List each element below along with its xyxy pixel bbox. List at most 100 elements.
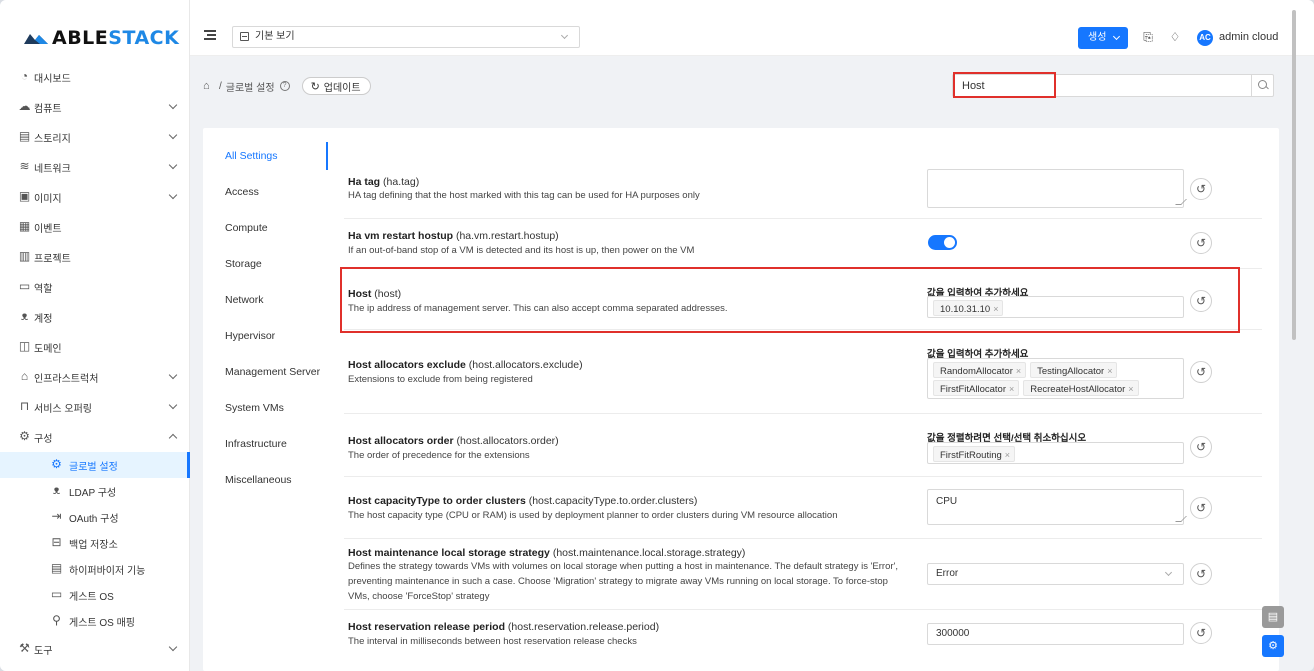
settings-icon: ⚙ [19, 429, 30, 443]
category-hypervisor[interactable]: Hypervisor [203, 322, 328, 358]
chevron-down-icon [168, 370, 178, 380]
cloud-icon: ☁ [18, 99, 31, 113]
host-capacitytype-textarea[interactable]: CPU [927, 489, 1184, 525]
sidebar-item-infrastructure[interactable]: ⌂ 인프라스트럭처 [0, 362, 190, 392]
create-button[interactable]: 생성 [1078, 27, 1128, 49]
bank-icon: ⌂ [20, 369, 29, 383]
bell-icon[interactable]: ♢ [1168, 30, 1182, 44]
ablestack-logo[interactable]: ABLESTACK [22, 26, 179, 50]
search-icon[interactable] [1251, 75, 1273, 96]
sidebar-item-label: 도구 [34, 645, 53, 657]
category-all-settings[interactable]: All Settings [203, 142, 328, 178]
sidebar-item-label: 게스트 OS 매핑 [69, 617, 136, 629]
chevron-down-icon [168, 160, 178, 170]
setting-description: If an out-of-band stop of a VM is detect… [348, 245, 695, 256]
setting-description: The host capacity type (CPU or RAM) is u… [348, 510, 838, 521]
logo-text: ABLESTACK [52, 27, 180, 49]
category-infrastructure[interactable]: Infrastructure [203, 430, 328, 466]
sidebar-subitem-guest-os[interactable]: ▭ 게스트 OS [0, 582, 190, 608]
close-icon[interactable]: × [993, 304, 998, 314]
category-network[interactable]: Network [203, 286, 328, 322]
wifi-icon: ≋ [19, 159, 30, 173]
sidebar-item-image[interactable]: ▣ 이미지 [0, 182, 190, 212]
view-select[interactable]: 기본 보기 [232, 26, 580, 48]
close-icon[interactable]: × [1009, 384, 1014, 394]
reset-icon[interactable]: ↺ [1190, 290, 1212, 312]
close-icon[interactable]: × [1128, 384, 1133, 394]
chevron-down-icon [1164, 568, 1173, 577]
sidebar-item-domains[interactable]: ◫ 도메인 [0, 332, 190, 362]
chevron-down-icon [1112, 32, 1121, 41]
sidebar-subitem-ldap[interactable]: ᴥ LDAP 구성 [0, 478, 190, 504]
host-reservation-release-input[interactable]: 300000 [927, 623, 1184, 645]
host-allocators-order-tag-input[interactable]: FirstFitRouting × [927, 442, 1184, 464]
category-system-vms[interactable]: System VMs [203, 394, 328, 430]
sidebar-item-label: 컴퓨트 [34, 103, 62, 115]
sidebar-item-dashboard[interactable]: ◔ 대시보드 [0, 62, 190, 92]
sidebar-item-accounts[interactable]: ᴥ 계정 [0, 302, 190, 332]
tool-icon: ⚒ [19, 641, 30, 655]
sidebar-item-service-offerings[interactable]: ⊓ 서비스 오퍼링 [0, 392, 190, 422]
sidebar-subitem-hypervisor-capabilities[interactable]: ▤ 하이퍼바이저 기능 [0, 556, 190, 582]
breadcrumb-separator: / [219, 80, 222, 92]
home-icon[interactable]: ⌂ [203, 80, 214, 92]
close-icon[interactable]: × [1016, 366, 1021, 376]
chevron-up-icon [168, 433, 178, 443]
sidebar-item-network[interactable]: ≋ 네트워크 [0, 152, 190, 182]
category-management-server[interactable]: Management Server [203, 358, 328, 394]
reset-icon[interactable]: ↺ [1190, 497, 1212, 519]
category-miscellaneous[interactable]: Miscellaneous [203, 466, 328, 502]
reset-icon[interactable]: ↺ [1190, 232, 1212, 254]
search-input[interactable] [953, 75, 1253, 96]
reload-icon: ↻ [310, 80, 320, 93]
sidebar-item-tools[interactable]: ⚒ 도구 [0, 634, 190, 664]
docs-float-icon[interactable]: ▤ [1262, 606, 1284, 628]
sidebar-item-roles[interactable]: ▭ 역할 [0, 272, 190, 302]
sidebar-item-label: 계정 [34, 313, 53, 325]
sidebar-item-label: 인프라스트럭처 [34, 373, 99, 385]
menu-fold-icon[interactable] [204, 30, 216, 40]
sidebar-subitem-backup-repository[interactable]: ⊟ 백업 저장소 [0, 530, 190, 556]
host-allocators-exclude-tag-input[interactable]: RandomAllocator × TestingAllocator × FirstFi… [927, 358, 1184, 399]
host-tag-input[interactable]: 10.10.31.10 × [927, 296, 1184, 318]
sidebar-subitem-guest-os-mapping[interactable]: ⚲ 게스트 OS 매핑 [0, 608, 190, 634]
sidebar-item-compute[interactable]: ☁ 컴퓨트 [0, 92, 190, 122]
sidebar-item-storage[interactable]: ▤ 스토리지 [0, 122, 190, 152]
reset-icon[interactable]: ↺ [1190, 436, 1212, 458]
category-compute[interactable]: Compute [203, 214, 328, 250]
sidebar-subitem-global-settings[interactable]: ⚙ 글로벌 설정 [0, 452, 190, 478]
avatar[interactable]: AC [1197, 30, 1213, 46]
page-scrollbar[interactable] [1292, 10, 1296, 340]
sidebar-item-label: 역할 [34, 283, 53, 295]
ha-tag-textarea[interactable] [927, 169, 1184, 208]
login-icon: ⇥ [51, 509, 62, 523]
settings-float-icon[interactable]: ⚙ [1262, 635, 1284, 657]
create-button-label: 생성 [1088, 32, 1107, 43]
setting-description: The order of precedence for the extensio… [348, 450, 530, 461]
category-access[interactable]: Access [203, 178, 328, 214]
close-icon[interactable]: × [1107, 366, 1112, 376]
translate-icon[interactable]: ⎘ [1141, 30, 1155, 44]
category-storage[interactable]: Storage [203, 250, 328, 286]
tag-chip: FirstFitRouting × [933, 446, 1016, 462]
sidebar-item-label: 도메인 [34, 343, 62, 355]
reset-icon[interactable]: ↺ [1190, 622, 1212, 644]
sidebar-item-events[interactable]: ▦ 이벤트 [0, 212, 190, 242]
sidebar-nav: ◔ 대시보드 ☁ 컴퓨트 ▤ 스토리지 ≋ 네트워크 ▣ 이미지 ▦ 이벤트 ▥ 프로젝트 ▭… [0, 62, 190, 664]
host-maintenance-strategy-select[interactable]: Error [927, 563, 1184, 585]
view-select-value: 기본 보기 [255, 31, 295, 42]
ha-vm-restart-toggle[interactable] [928, 235, 957, 250]
sidebar-subitem-oauth[interactable]: ⇥ OAuth 구성 [0, 504, 190, 530]
close-icon[interactable]: × [1005, 450, 1010, 460]
reset-icon[interactable]: ↺ [1190, 563, 1212, 585]
reset-icon[interactable]: ↺ [1190, 178, 1212, 200]
sidebar-item-configuration[interactable]: ⚙ 구성 [0, 422, 190, 452]
username[interactable]: admin cloud [1219, 31, 1278, 43]
sidebar-item-label: 이벤트 [34, 223, 62, 235]
question-icon[interactable]: ? [279, 81, 290, 91]
refresh-button[interactable]: ↻ 업데이트 [301, 77, 371, 95]
chevron-down-icon [560, 31, 569, 40]
sidebar: ABLESTACK ◔ 대시보드 ☁ 컴퓨트 ▤ 스토리지 ≋ 네트워크 ▣ 이미지 ▦ 이… [0, 0, 190, 671]
reset-icon[interactable]: ↺ [1190, 361, 1212, 383]
sidebar-item-projects[interactable]: ▥ 프로젝트 [0, 242, 190, 272]
